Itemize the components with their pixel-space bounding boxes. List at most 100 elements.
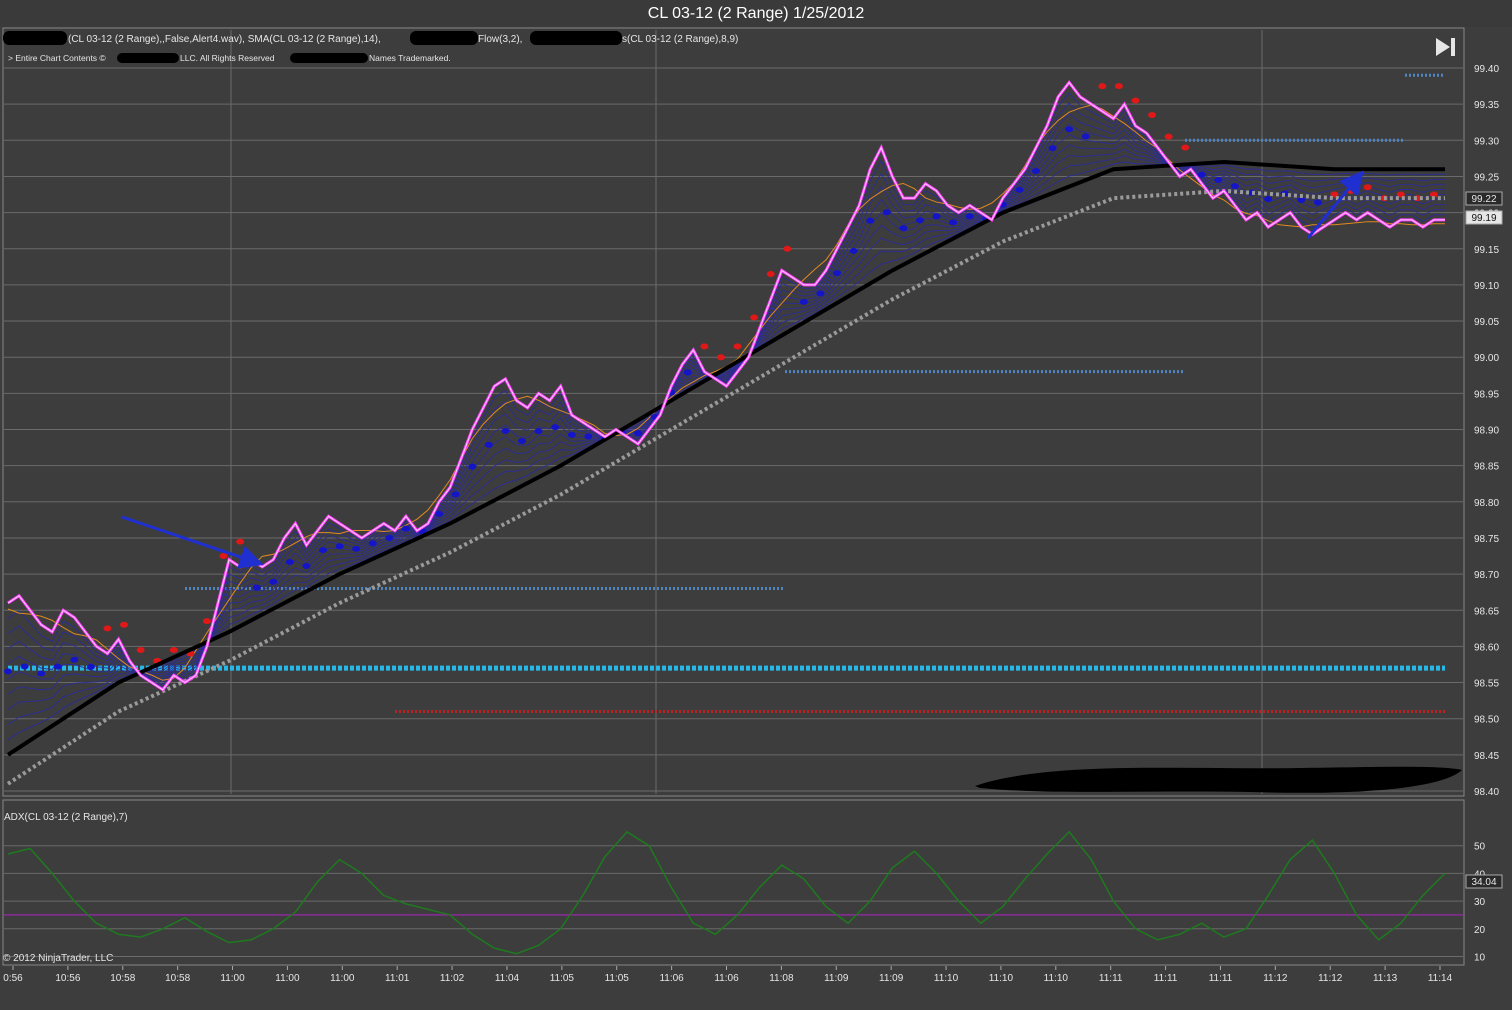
trend-dot (4, 668, 12, 675)
adx-panel (2, 799, 1465, 966)
trend-dot (551, 424, 560, 431)
x-tick-label: 11:05 (605, 973, 630, 984)
trend-dot (733, 343, 742, 350)
y-tick-label: 98.70 (1474, 570, 1499, 581)
trend-dot (269, 578, 278, 585)
x-tick-label: 11:06 (659, 973, 684, 984)
y-tick-label: 98.75 (1474, 534, 1499, 545)
indicator-line: (CL 03-12 (2 Range),,False,Alert4.wav), … (68, 34, 381, 45)
trend-dot (252, 584, 261, 591)
price-axis: 99.4099.3599.3099.2599.2099.1599.1099.05… (1474, 64, 1499, 798)
trend-dot (319, 547, 328, 554)
x-tick-label: 11:00 (330, 973, 355, 984)
time-axis: 0:56 10:56 10:58 10:58 11:00 11:00 11:00 11:01 1… (3, 966, 1453, 984)
trend-dot (435, 510, 444, 517)
trend-dot (335, 543, 344, 550)
trend-dot (385, 535, 394, 542)
trend-dot (368, 540, 377, 547)
trend-dot (501, 427, 510, 434)
trend-dot (518, 437, 527, 444)
trend-dot (70, 656, 79, 663)
trend-dot (1114, 83, 1123, 90)
y-tick-label: 99.15 (1474, 245, 1499, 256)
trend-dot (136, 647, 145, 654)
trend-dot (401, 525, 410, 532)
trend-dot (169, 647, 178, 654)
trend-dot (1032, 167, 1041, 174)
copyright-c: Names Trademarked. (369, 53, 451, 63)
x-tick-label: 11:10 (934, 973, 959, 984)
x-tick-label: 11:11 (1099, 973, 1123, 984)
trend-dot (120, 621, 129, 628)
x-tick-label: 11:09 (879, 973, 904, 984)
redaction-mark (117, 53, 179, 63)
adx-title: ADX(CL 03-12 (2 Range),7) (4, 812, 128, 823)
y-tick-label: 98.80 (1474, 498, 1499, 509)
x-tick-label: 11:12 (1263, 973, 1288, 984)
trend-dot (1048, 145, 1057, 152)
trend-dot (1313, 199, 1322, 206)
x-tick-label: 11:02 (440, 973, 465, 984)
copyright-a: > Entire Chart Contents © (8, 53, 106, 63)
trend-dot (750, 314, 759, 321)
trend-dot (1363, 184, 1372, 191)
trend-dot (1098, 83, 1107, 90)
price-chart: 99.4099.3599.3099.2599.2099.1599.1099.05… (2, 27, 1503, 984)
y-tick-label: 10 (1474, 952, 1486, 963)
x-tick-label: 11:12 (1318, 973, 1343, 984)
current-price-badge: 99.19 (1465, 210, 1503, 225)
trend-dot (783, 245, 792, 252)
adx-current-badge: 34.04 (1465, 874, 1503, 889)
trend-dot (37, 670, 46, 677)
trend-dot (451, 491, 460, 498)
adx-axis: 5040302010 (1474, 842, 1486, 964)
trend-dot (882, 209, 891, 216)
trend-dot (1264, 196, 1273, 203)
x-tick-label: 11:00 (275, 973, 300, 984)
x-tick-label: 11:14 (1428, 973, 1453, 984)
last-price-badge: 99.22 (1465, 191, 1503, 206)
trend-dot (236, 538, 245, 545)
y-tick-label: 98.45 (1474, 751, 1499, 762)
trend-dot (949, 219, 958, 226)
trend-dot (534, 428, 543, 435)
trend-dot (799, 298, 808, 305)
skip-to-end-icon[interactable] (1432, 34, 1460, 60)
y-tick-label: 99.00 (1474, 353, 1499, 364)
x-tick-label: 10:56 (55, 973, 80, 984)
y-tick-label: 99.40 (1474, 64, 1499, 75)
price-panel (2, 27, 1465, 797)
y-tick-label: 98.90 (1474, 426, 1499, 437)
x-tick-label: 11:09 (824, 973, 849, 984)
trend-dot (1214, 177, 1223, 184)
redaction-mark (410, 31, 478, 45)
copyright-b: LLC. All Rights Reserved (180, 53, 275, 63)
vendor-copyright: © 2012 NinjaTrader, LLC (3, 953, 113, 964)
y-tick-label: 98.60 (1474, 642, 1499, 653)
trend-dot (567, 431, 576, 438)
y-tick-label: 99.10 (1474, 281, 1499, 292)
x-tick-label: 11:06 (714, 973, 739, 984)
trend-dot (1065, 126, 1074, 133)
trend-dot (302, 563, 311, 570)
y-tick-label: 99.35 (1474, 100, 1499, 111)
trend-dot (700, 343, 709, 350)
y-tick-label: 98.40 (1474, 787, 1499, 798)
svg-text:34.04: 34.04 (1471, 877, 1496, 888)
trend-dot (1181, 144, 1190, 151)
svg-text:99.19: 99.19 (1471, 213, 1496, 224)
y-tick-label: 98.95 (1474, 389, 1499, 400)
y-tick-label: 99.30 (1474, 136, 1499, 147)
trend-dot (915, 217, 924, 224)
trend-dot (634, 430, 643, 437)
x-tick-label: 11:00 (220, 973, 245, 984)
trend-dot (219, 553, 228, 560)
trend-dot (103, 625, 112, 632)
trend-dot (1015, 186, 1024, 193)
trend-dot (833, 270, 842, 277)
indicator-line-3: s(CL 03-12 (2 Range),8,9) (622, 34, 738, 45)
x-tick-label: 11:08 (769, 973, 794, 984)
trend-dot (1131, 97, 1140, 104)
trend-dot (484, 441, 493, 448)
trend-dot (1081, 133, 1090, 140)
